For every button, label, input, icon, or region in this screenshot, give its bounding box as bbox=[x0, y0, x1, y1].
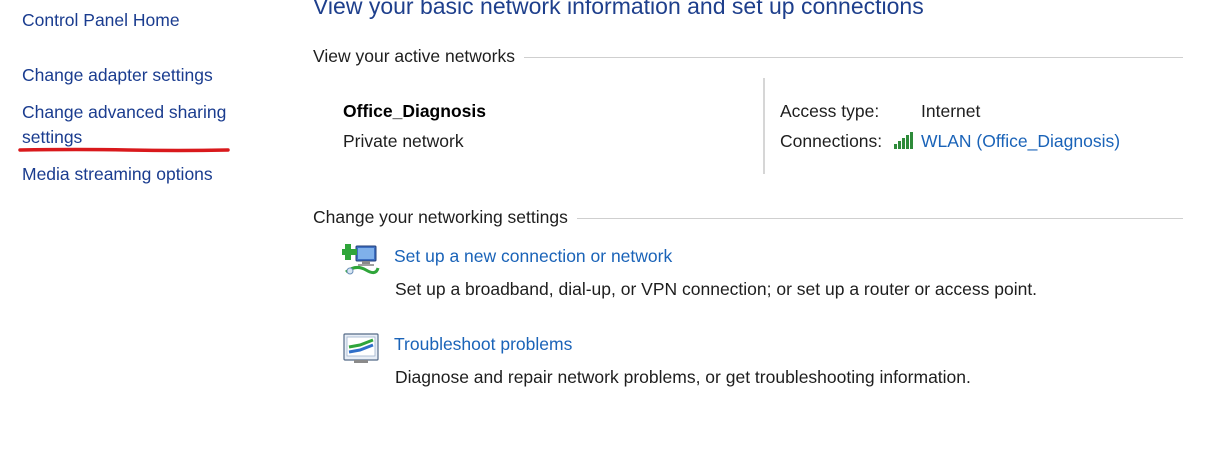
annotation-red-underline bbox=[18, 147, 230, 153]
networking-settings-header: Change your networking settings bbox=[313, 205, 1183, 229]
network-type: Private network bbox=[343, 131, 464, 151]
access-type-label: Access type: bbox=[780, 101, 880, 121]
setup-new-connection-link[interactable]: Set up a new connection or network bbox=[394, 244, 672, 269]
sidebar-item-control-panel-home[interactable]: Control Panel Home bbox=[22, 8, 180, 33]
connections-label: Connections: bbox=[780, 131, 883, 151]
active-networks-header: View your active networks bbox=[313, 44, 1183, 68]
network-name: Office_Diagnosis bbox=[343, 101, 486, 121]
troubleshoot-problems-link[interactable]: Troubleshoot problems bbox=[394, 332, 572, 357]
troubleshoot-icon bbox=[343, 333, 379, 363]
new-connection-icon bbox=[342, 244, 380, 275]
sidebar-item-media-streaming-options[interactable]: Media streaming options bbox=[22, 162, 213, 187]
page-title: View your basic network information and … bbox=[313, 0, 924, 19]
network-sharing-center: Control Panel Home Change adapter settin… bbox=[0, 0, 1212, 475]
wlan-connection-link[interactable]: WLAN (Office_Diagnosis) bbox=[921, 129, 1120, 154]
setup-new-connection-description: Set up a broadband, dial-up, or VPN conn… bbox=[395, 279, 1038, 299]
sidebar-item-change-advanced-sharing-settings[interactable]: Change advanced sharing settings bbox=[22, 100, 252, 150]
sidebar: Control Panel Home Change adapter settin… bbox=[0, 0, 290, 475]
troubleshoot-problems-description: Diagnose and repair network problems, or… bbox=[395, 367, 971, 387]
access-type-value: Internet bbox=[921, 101, 981, 121]
sidebar-item-change-adapter-settings[interactable]: Change adapter settings bbox=[22, 63, 213, 88]
networking-settings-header-label: Change your networking settings bbox=[313, 207, 568, 227]
section-divider bbox=[524, 56, 1183, 58]
active-networks-header-label: View your active networks bbox=[313, 46, 515, 66]
wifi-signal-icon bbox=[894, 132, 913, 149]
vertical-divider bbox=[763, 78, 765, 174]
section-divider bbox=[576, 217, 1183, 219]
